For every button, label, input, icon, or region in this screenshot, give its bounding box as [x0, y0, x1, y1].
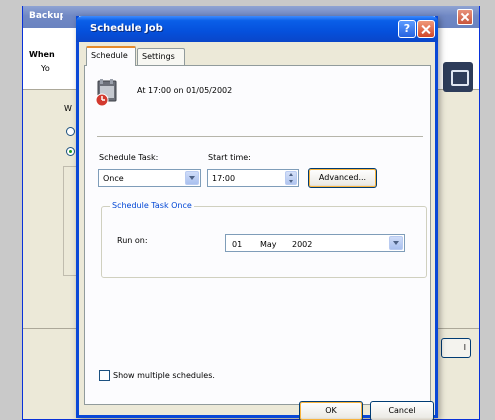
- show-multiple-checkbox[interactable]: [99, 370, 110, 381]
- dialog-titlebar[interactable]: Schedule Job ?: [76, 16, 438, 42]
- spinner-arrows-icon[interactable]: [285, 171, 297, 185]
- schedule-task-value: Once: [103, 174, 124, 183]
- run-on-label: Run on:: [117, 236, 148, 245]
- backup-wizard-icon: [443, 62, 473, 92]
- start-time-value: 17:00: [212, 174, 236, 183]
- background-radio-2[interactable]: [66, 147, 75, 156]
- schedule-summary: At 17:00 on 01/05/2002: [137, 86, 233, 95]
- schedule-task-label: Schedule Task:: [99, 153, 159, 162]
- group-title: Schedule Task Once: [110, 201, 194, 210]
- background-window-title: Backup: [29, 11, 63, 21]
- background-header-title: When: [29, 50, 55, 59]
- schedule-job-dialog: Schedule Job ? Schedule Settings At 17:0…: [76, 16, 438, 420]
- show-multiple-label: Show multiple schedules.: [113, 371, 215, 380]
- close-button[interactable]: [417, 20, 435, 38]
- dialog-title: Schedule Job: [90, 23, 163, 34]
- start-time-label: Start time:: [208, 153, 251, 162]
- divider: [97, 136, 423, 137]
- background-button[interactable]: l: [441, 338, 471, 358]
- tab-settings[interactable]: Settings: [137, 48, 185, 65]
- chevron-down-icon[interactable]: [185, 171, 199, 185]
- screen: Backup When Yo W l Schedule Job ? Schedu…: [0, 0, 495, 420]
- background-header-subtitle: Yo: [41, 64, 50, 73]
- run-on-date-picker[interactable]: 01 May 2002: [225, 234, 405, 252]
- run-on-day: 01: [232, 240, 243, 249]
- run-on-month: May: [260, 240, 277, 249]
- background-radio-1[interactable]: [66, 127, 75, 136]
- scheduled-task-icon: [95, 79, 117, 106]
- help-button[interactable]: ?: [398, 20, 416, 38]
- background-close-icon[interactable]: [457, 9, 473, 25]
- schedule-task-select[interactable]: Once: [98, 169, 201, 187]
- chevron-down-icon[interactable]: [389, 236, 403, 250]
- ok-button[interactable]: OK: [299, 401, 363, 420]
- cancel-button[interactable]: Cancel: [370, 401, 434, 420]
- tab-schedule[interactable]: Schedule: [86, 46, 136, 66]
- advanced-button[interactable]: Advanced...: [308, 168, 377, 188]
- start-time-spinner[interactable]: 17:00: [207, 169, 299, 187]
- run-on-year: 2002: [292, 240, 313, 249]
